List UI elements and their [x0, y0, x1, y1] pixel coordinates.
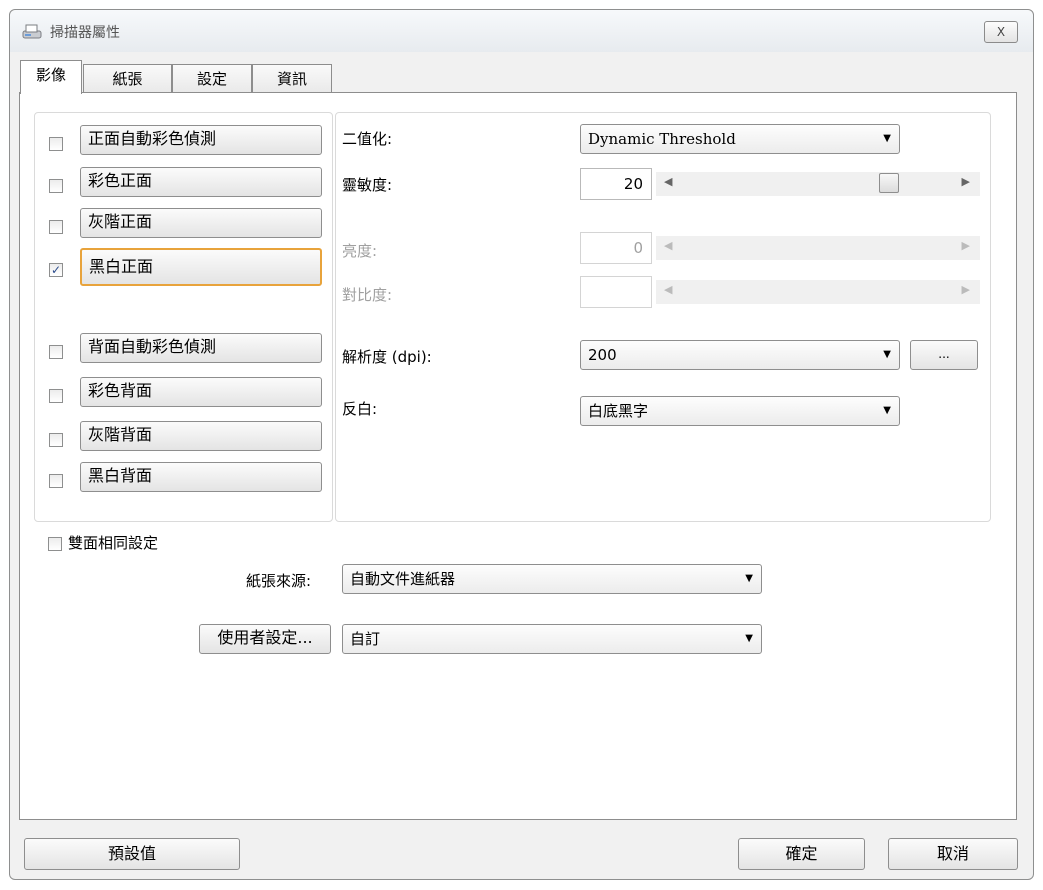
tab-settings[interactable]: 設定 — [172, 64, 252, 94]
sensitivity-slider[interactable]: ◀ ▶ — [656, 172, 980, 196]
left-arrow-icon: ◀ — [664, 239, 673, 252]
back-bw-button[interactable]: 黑白背面 — [80, 462, 322, 492]
tab-image[interactable]: 影像 — [20, 60, 82, 94]
scanner-icon — [22, 22, 42, 40]
resolution-more-button[interactable]: ... — [910, 340, 978, 370]
chevron-down-icon: ▼ — [883, 133, 891, 144]
contrast-label: 對比度: — [342, 286, 393, 304]
back-auto-color-button[interactable]: 背面自動彩色偵測 — [80, 333, 322, 363]
sensitivity-value-field[interactable]: 20 — [580, 168, 652, 200]
window-title: 掃描器屬性 — [50, 25, 120, 41]
binarization-label: 二值化: — [342, 130, 393, 148]
chevron-down-icon: ▼ — [883, 349, 891, 360]
chevron-down-icon: ▼ — [745, 633, 753, 644]
title-bar: 掃描器屬性 X — [10, 10, 1033, 52]
paper-source-label: 紙張來源: — [246, 572, 312, 590]
right-arrow-icon: ▶ — [961, 283, 970, 296]
left-arrow-icon: ◀ — [664, 283, 673, 296]
front-bw-checkbox[interactable]: ✓ — [49, 263, 63, 277]
back-gray-button[interactable]: 灰階背面 — [80, 421, 322, 451]
binarization-select[interactable]: Dynamic Threshold ▼ — [580, 124, 900, 154]
front-color-button[interactable]: 彩色正面 — [80, 167, 322, 197]
right-arrow-icon[interactable]: ▶ — [962, 175, 970, 188]
left-arrow-icon[interactable]: ◀ — [664, 175, 672, 188]
user-settings-button[interactable]: 使用者設定... — [199, 624, 331, 654]
chevron-down-icon: ▼ — [745, 573, 753, 584]
user-settings-select[interactable]: 自訂 ▼ — [342, 624, 762, 654]
cancel-button[interactable]: 取消 — [888, 838, 1018, 870]
sensitivity-label: 靈敏度: — [342, 176, 393, 194]
duplex-same-checkbox[interactable] — [48, 537, 62, 551]
invert-label: 反白: — [342, 400, 378, 418]
tab-info[interactable]: 資訊 — [252, 64, 332, 94]
duplex-same-label: 雙面相同設定 — [68, 534, 159, 552]
front-gray-button[interactable]: 灰階正面 — [80, 208, 322, 238]
back-gray-checkbox[interactable] — [49, 433, 63, 447]
default-button[interactable]: 預設值 — [24, 838, 240, 870]
tab-paper[interactable]: 紙張 — [83, 64, 172, 94]
brightness-value-field: 0 — [580, 232, 652, 264]
front-auto-color-button[interactable]: 正面自動彩色偵測 — [80, 125, 322, 155]
paper-source-select[interactable]: 自動文件進紙器 ▼ — [342, 564, 762, 594]
back-color-button[interactable]: 彩色背面 — [80, 377, 322, 407]
front-auto-color-checkbox[interactable] — [49, 137, 63, 151]
close-icon: X — [996, 25, 1006, 39]
close-button[interactable]: X — [984, 21, 1018, 43]
contrast-value-field — [580, 276, 652, 308]
front-bw-button[interactable]: 黑白正面 — [80, 248, 322, 286]
brightness-slider: ◀ ▶ — [656, 236, 980, 260]
resolution-label: 解析度 (dpi): — [342, 348, 432, 366]
back-auto-color-checkbox[interactable] — [49, 345, 63, 359]
ok-button[interactable]: 確定 — [738, 838, 865, 870]
chevron-down-icon: ▼ — [883, 405, 891, 416]
resolution-select[interactable]: 200 ▼ — [580, 340, 900, 370]
slider-thumb[interactable] — [878, 173, 899, 193]
contrast-slider: ◀ ▶ — [656, 280, 980, 304]
back-bw-checkbox[interactable] — [49, 474, 63, 488]
brightness-label: 亮度: — [342, 242, 378, 260]
right-arrow-icon: ▶ — [961, 239, 970, 252]
invert-select[interactable]: 白底黑字 ▼ — [580, 396, 900, 426]
image-mode-group: 正面自動彩色偵測 彩色正面 灰階正面 ✓ 黑白正面 背面自動彩色偵測 彩色背面 … — [34, 112, 333, 522]
front-gray-checkbox[interactable] — [49, 220, 63, 234]
front-color-checkbox[interactable] — [49, 179, 63, 193]
back-color-checkbox[interactable] — [49, 389, 63, 403]
